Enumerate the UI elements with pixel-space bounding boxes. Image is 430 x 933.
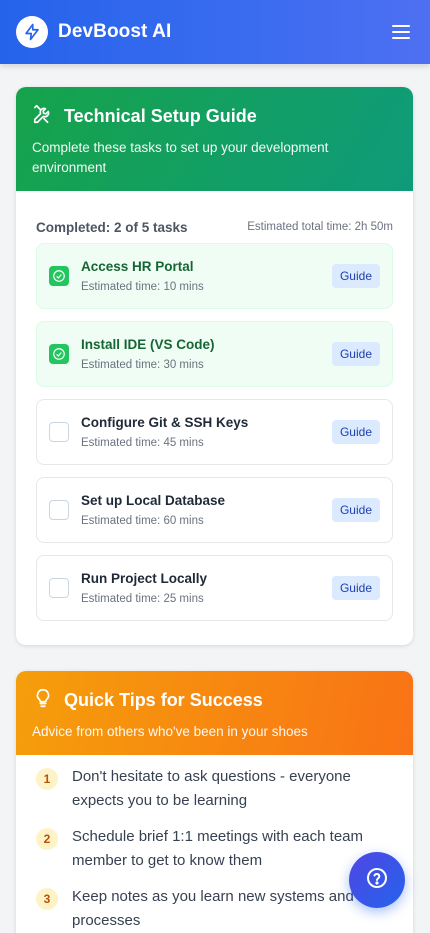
guide-button[interactable]: Guide	[331, 420, 380, 444]
guide-button[interactable]: Guide	[331, 576, 380, 600]
top-app-bar: DevBoost AI	[0, 0, 430, 64]
guide-button[interactable]: Guide	[331, 498, 380, 522]
completed-count: Completed: 2 of 5 tasks	[36, 219, 188, 235]
tips-list: 1 Don't hesitate to ask questions - ever…	[16, 755, 413, 933]
task-title: Set up Local Database	[81, 493, 226, 508]
estimated-total-time: Estimated total time: 2h 50m	[247, 221, 393, 233]
lightning-bolt-icon	[16, 16, 48, 48]
task-estimate: Estimated time: 25 mins	[81, 593, 204, 605]
tip-text: Don't hesitate to ask questions - everyo…	[72, 768, 351, 809]
tip-item: 1 Don't hesitate to ask questions - ever…	[36, 765, 397, 813]
question-circle-icon	[365, 866, 389, 895]
hamburger-menu-icon[interactable]	[388, 19, 414, 45]
task-checkbox[interactable]	[49, 266, 69, 286]
setup-card-header: Technical Setup Guide Complete these tas…	[16, 87, 413, 191]
task-checkbox[interactable]	[49, 500, 69, 520]
task-checkbox[interactable]	[49, 578, 69, 598]
tip-item: 3 Keep notes as you learn new systems an…	[36, 885, 397, 933]
task-estimate: Estimated time: 30 mins	[81, 359, 204, 371]
task-estimate: Estimated time: 45 mins	[81, 437, 204, 449]
tips-card-title: Quick Tips for Success	[64, 690, 263, 710]
technical-setup-card: Technical Setup Guide Complete these tas…	[16, 87, 413, 645]
guide-button[interactable]: Guide	[331, 342, 380, 366]
guide-button[interactable]: Guide	[331, 264, 380, 288]
task-checkbox[interactable]	[49, 422, 69, 442]
help-button[interactable]	[349, 852, 405, 908]
tip-text: Keep notes as you learn new systems and …	[72, 888, 354, 929]
task-list: Access HR Portal Estimated time: 10 mins…	[16, 243, 413, 621]
tip-text: Schedule brief 1:1 meetings with each te…	[72, 828, 363, 869]
brand[interactable]: DevBoost AI	[16, 16, 171, 48]
setup-card-title: Technical Setup Guide	[64, 106, 257, 126]
task-item: Access HR Portal Estimated time: 10 mins…	[36, 243, 393, 309]
task-title: Configure Git & SSH Keys	[81, 415, 249, 430]
task-estimate: Estimated time: 10 mins	[81, 281, 204, 293]
setup-card-subtitle: Complete these tasks to set up your deve…	[32, 140, 329, 175]
tip-number: 2	[36, 828, 58, 850]
task-item: Set up Local Database Estimated time: 60…	[36, 477, 393, 543]
task-title: Install IDE (VS Code)	[81, 337, 215, 352]
task-item: Install IDE (VS Code) Estimated time: 30…	[36, 321, 393, 387]
app-name: DevBoost AI	[58, 21, 172, 42]
task-item: Run Project Locally Estimated time: 25 m…	[36, 555, 393, 621]
task-item: Configure Git & SSH Keys Estimated time:…	[36, 399, 393, 465]
lightbulb-icon	[32, 687, 54, 714]
tip-number: 1	[36, 768, 58, 790]
tip-number: 3	[36, 888, 58, 910]
task-title: Access HR Portal	[81, 259, 194, 274]
tips-card-subtitle: Advice from others who've been in your s…	[32, 724, 308, 739]
tips-card-header: Quick Tips for Success Advice from other…	[16, 671, 413, 755]
task-estimate: Estimated time: 60 mins	[81, 515, 204, 527]
wrench-screwdriver-icon	[32, 103, 54, 130]
task-checkbox[interactable]	[49, 344, 69, 364]
task-title: Run Project Locally	[81, 571, 208, 586]
tip-item: 2 Schedule brief 1:1 meetings with each …	[36, 825, 397, 873]
